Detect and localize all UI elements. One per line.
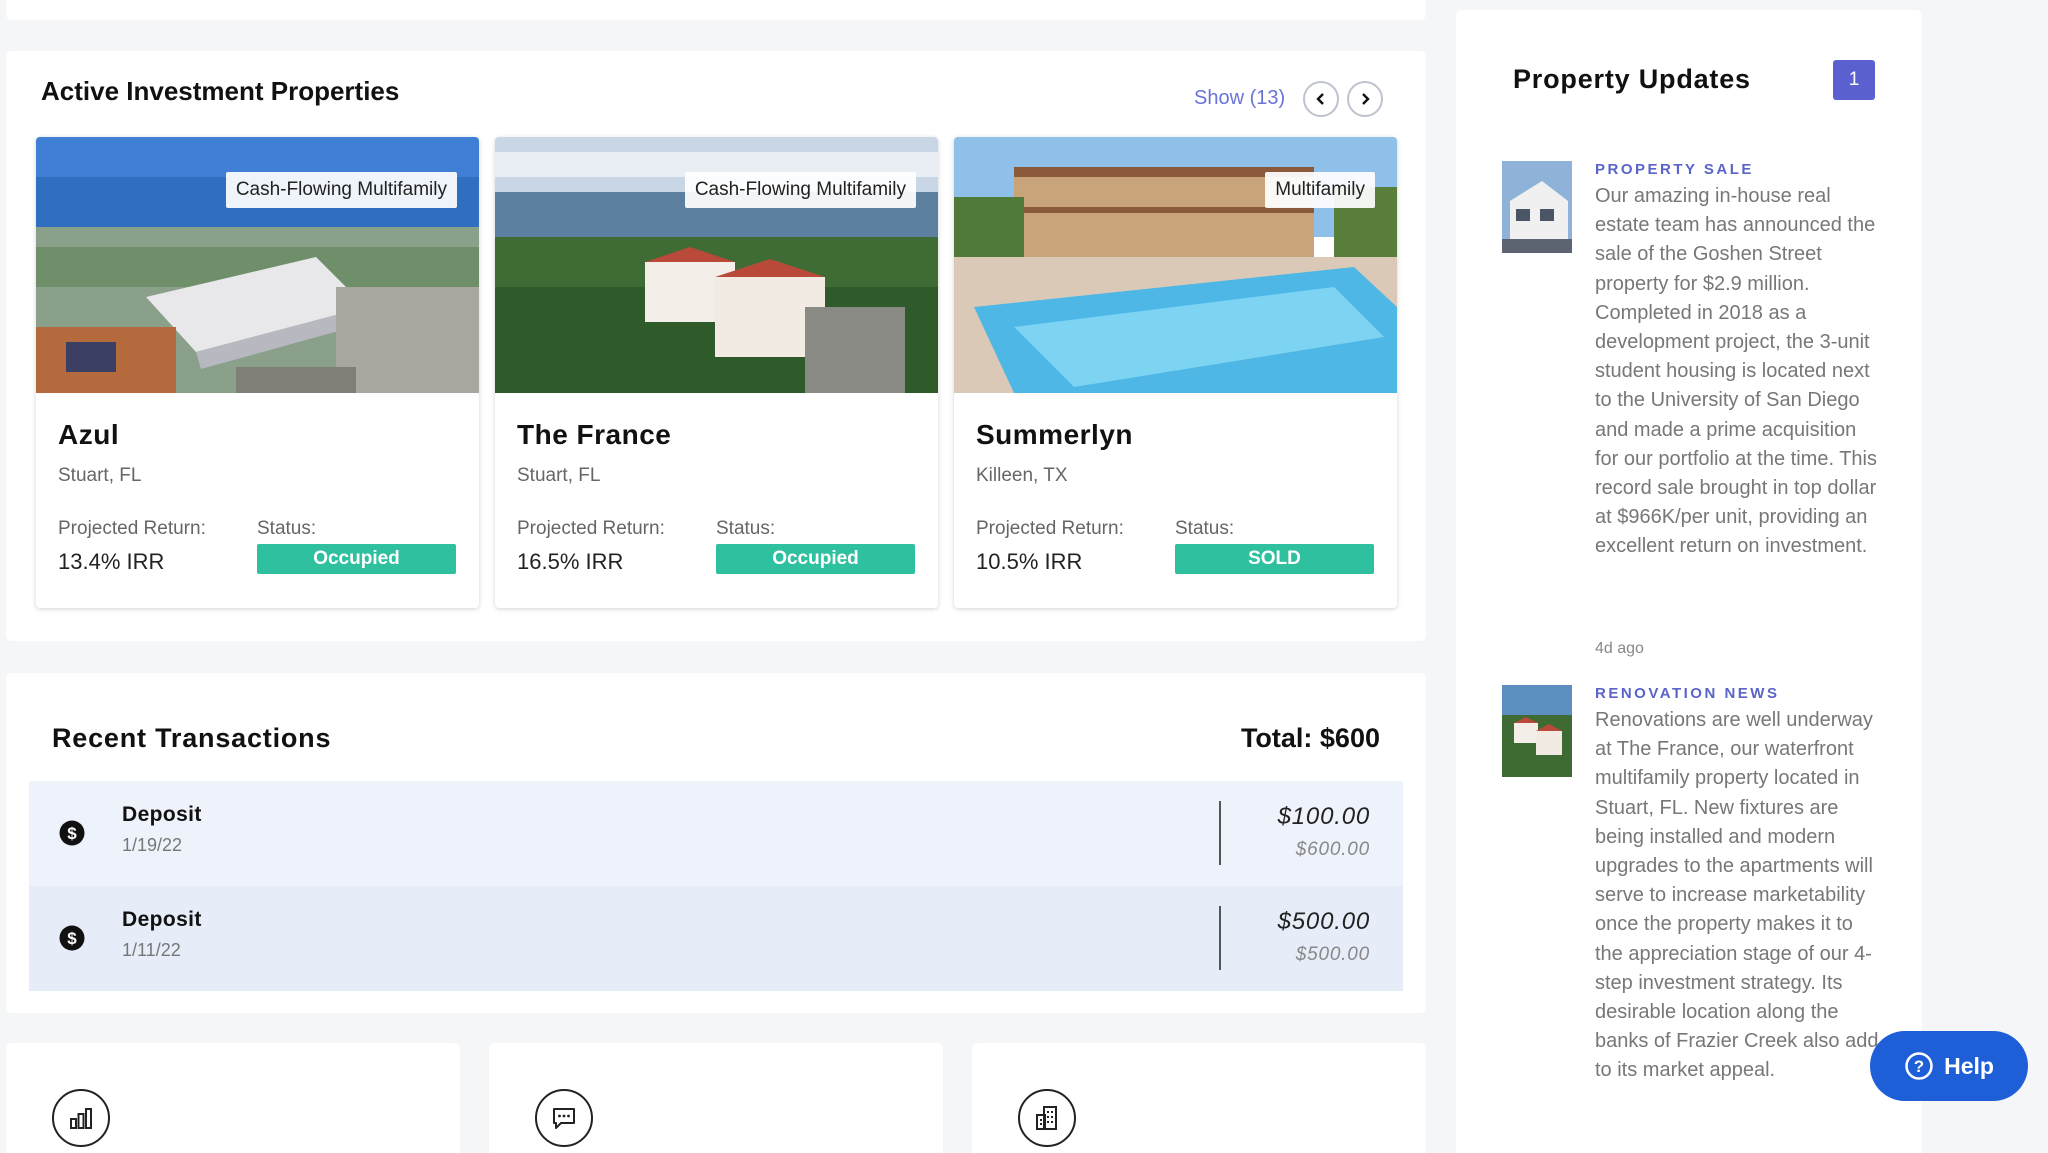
projected-return-label: Projected Return: [58, 518, 206, 539]
property-tag: Cash-Flowing Multifamily [225, 172, 457, 208]
divider [1219, 801, 1221, 865]
projected-return-label: Projected Return: [517, 518, 665, 539]
property-photo: Cash-Flowing Multifamily [495, 137, 938, 393]
projected-return-value: 13.4% IRR [58, 549, 165, 574]
stats-tile[interactable] [6, 1043, 460, 1153]
svg-text:?: ? [1914, 1057, 1924, 1076]
svg-text:$: $ [67, 824, 77, 843]
update-category: RENOVATION NEWS [1595, 685, 1780, 702]
bar-chart-icon [52, 1089, 110, 1147]
transaction-date: 1/11/22 [122, 940, 181, 960]
svg-text:$: $ [67, 929, 77, 948]
transactions-title: Recent Transactions [52, 723, 332, 753]
dollar-circle-icon: $ [59, 820, 85, 846]
next-button[interactable] [1347, 81, 1383, 117]
updates-count-badge: 1 [1833, 60, 1875, 100]
transaction-amount: $100.00 [1277, 803, 1370, 830]
property-card[interactable]: Cash-Flowing Multifamily Azul Stuart, FL… [36, 137, 479, 608]
property-tag: Cash-Flowing Multifamily [684, 172, 916, 208]
transaction-type: Deposit [122, 803, 202, 826]
status-badge: Occupied [257, 544, 456, 574]
transaction-row[interactable]: $ Deposit 1/11/22 $500.00 $500.00 [29, 886, 1403, 991]
chevron-left-icon [1316, 93, 1324, 105]
property-location: Stuart, FL [517, 465, 601, 486]
projected-return-label: Projected Return: [976, 518, 1124, 539]
help-button[interactable]: ? Help [1870, 1031, 2028, 1101]
transactions-total: Total: $600 [1240, 723, 1380, 753]
status-label: Status: [257, 518, 317, 539]
status-badge: SOLD [1175, 544, 1374, 574]
property-updates-panel: Property Updates 1 PROPERTY SALE Our ama… [1456, 10, 1922, 1153]
transaction-balance: $500.00 [1295, 944, 1370, 965]
property-photo: Multifamily [954, 137, 1397, 393]
property-name: The France [517, 419, 672, 450]
property-name: Summerlyn [976, 419, 1133, 450]
update-thumbnail [1502, 685, 1572, 777]
transaction-type: Deposit [122, 908, 202, 931]
chat-bubble-icon [535, 1089, 593, 1147]
transaction-balance: $600.00 [1295, 839, 1370, 860]
update-text: Our amazing in-house real estate team ha… [1595, 185, 1877, 558]
divider [1219, 906, 1221, 970]
projected-return-value: 10.5% IRR [976, 549, 1083, 574]
property-name: Azul [58, 419, 120, 450]
transaction-amount: $500.00 [1277, 908, 1370, 935]
property-tag: Multifamily [1265, 172, 1375, 208]
dollar-circle-icon: $ [59, 925, 85, 951]
update-category: PROPERTY SALE [1595, 161, 1754, 178]
status-label: Status: [716, 518, 776, 539]
show-all-link[interactable]: Show (13) [1194, 87, 1285, 110]
updates-title: Property Updates [1513, 64, 1751, 94]
help-label: Help [1944, 1052, 1994, 1079]
top-panel-strip [6, 0, 1426, 20]
status-label: Status: [1175, 518, 1235, 539]
update-timestamp: 4d ago [1595, 640, 1644, 657]
property-card[interactable]: Multifamily Summerlyn Killeen, TX Projec… [954, 137, 1397, 608]
property-photo: Cash-Flowing Multifamily [36, 137, 479, 393]
chevron-right-icon [1362, 93, 1370, 105]
question-circle-icon: ? [1905, 1052, 1933, 1080]
previous-button[interactable] [1303, 81, 1339, 117]
transaction-row[interactable]: $ Deposit 1/19/22 $100.00 $600.00 [29, 781, 1403, 886]
projected-return-value: 16.5% IRR [517, 549, 624, 574]
property-location: Stuart, FL [58, 465, 142, 486]
building-icon [1018, 1089, 1076, 1147]
update-thumbnail [1502, 161, 1572, 253]
recent-transactions-panel: Recent Transactions Total: $600 $ Deposi… [6, 673, 1426, 1013]
property-location: Killeen, TX [976, 465, 1068, 486]
property-card[interactable]: Cash-Flowing Multifamily The France Stua… [495, 137, 938, 608]
status-badge: Occupied [716, 544, 915, 574]
active-properties-panel: Active Investment Properties Show (13) C… [6, 51, 1426, 641]
properties-title: Active Investment Properties [41, 76, 400, 106]
update-text: Renovations are well underway at The Fra… [1595, 709, 1879, 1082]
messages-tile[interactable] [489, 1043, 943, 1153]
properties-tile[interactable] [972, 1043, 1426, 1153]
transaction-date: 1/19/22 [122, 835, 183, 855]
